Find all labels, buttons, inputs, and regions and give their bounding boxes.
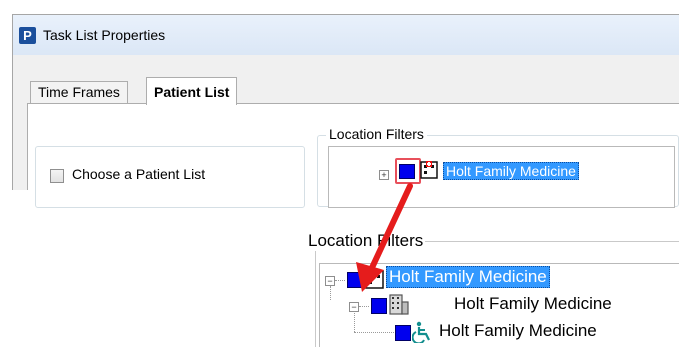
tab-patient-list[interactable]: Patient List (146, 77, 238, 105)
annotation-arrow (356, 183, 413, 292)
